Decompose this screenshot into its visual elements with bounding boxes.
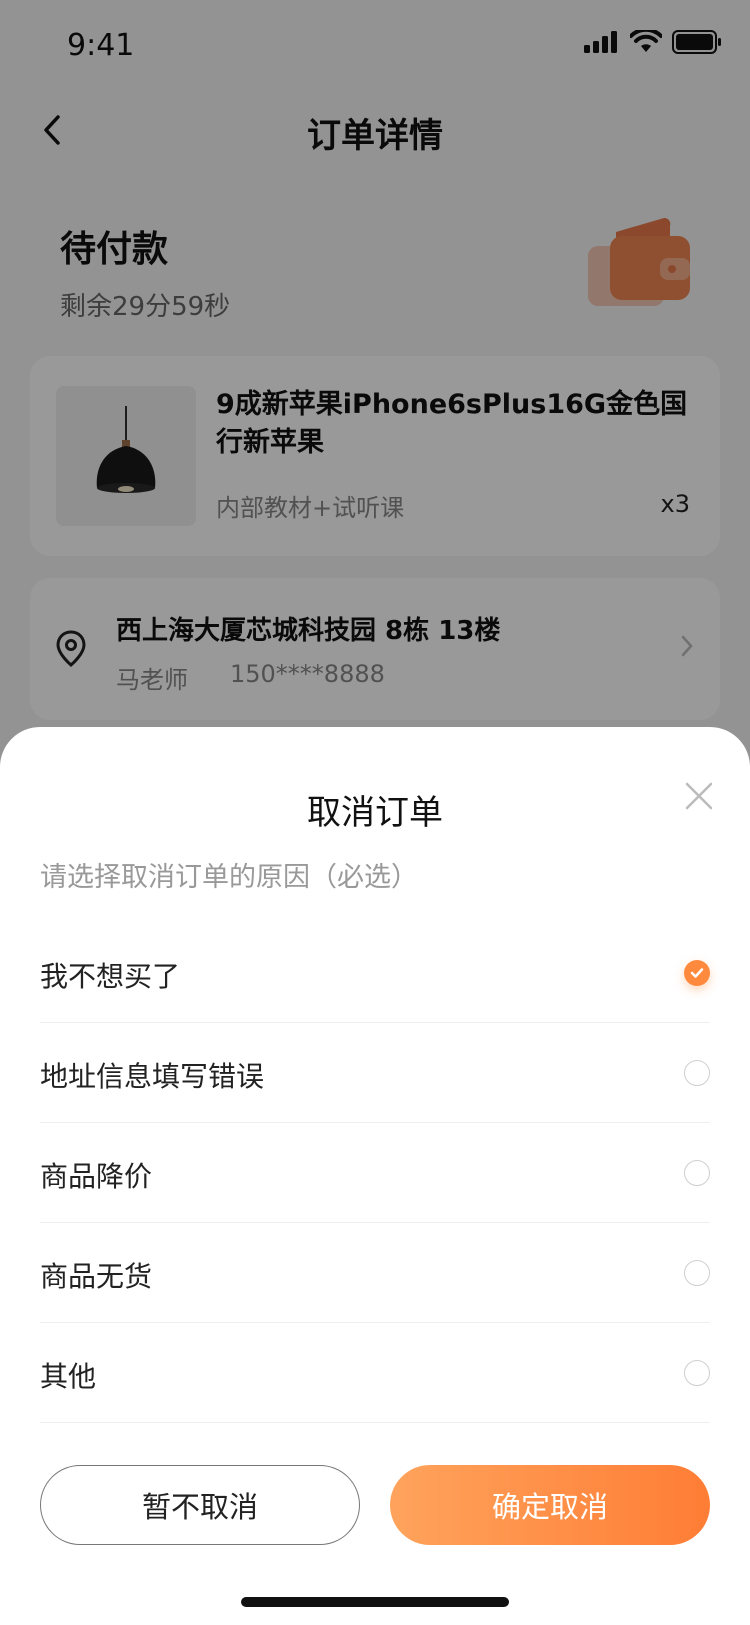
sheet-title: 取消订单 — [307, 793, 443, 833]
radio-unchecked[interactable] — [684, 1160, 710, 1186]
reason-option[interactable]: 地址信息填写错误 — [40, 1023, 710, 1123]
reason-option[interactable]: 商品无货 — [40, 1223, 710, 1323]
reason-label: 地址信息填写错误 — [40, 1060, 265, 1093]
radio-unchecked[interactable] — [684, 1360, 710, 1386]
home-indicator — [241, 1597, 509, 1607]
check-icon — [690, 968, 704, 978]
reason-list: 我不想买了 地址信息填写错误 商品降价 商品无货 其他 — [40, 923, 710, 1423]
radio-checked[interactable] — [684, 960, 710, 986]
confirm-cancel-button[interactable]: 确定取消 — [390, 1465, 710, 1545]
reason-label: 我不想买了 — [40, 960, 181, 993]
radio-unchecked[interactable] — [684, 1060, 710, 1086]
reason-label: 商品无货 — [40, 1260, 153, 1293]
reason-option[interactable]: 我不想买了 — [40, 923, 710, 1023]
close-icon[interactable] — [684, 781, 714, 811]
reason-label: 商品降价 — [40, 1160, 153, 1193]
reason-hint: 请选择取消订单的原因（必选） — [40, 862, 418, 893]
reason-label: 其他 — [40, 1360, 97, 1393]
keep-order-button[interactable]: 暂不取消 — [40, 1465, 360, 1545]
reason-option[interactable]: 其他 — [40, 1323, 710, 1423]
cancel-order-sheet: 取消订单 请选择取消订单的原因（必选） 我不想买了 地址信息填写错误 商品降价 … — [0, 727, 750, 1625]
radio-unchecked[interactable] — [684, 1260, 710, 1286]
reason-option[interactable]: 商品降价 — [40, 1123, 710, 1223]
